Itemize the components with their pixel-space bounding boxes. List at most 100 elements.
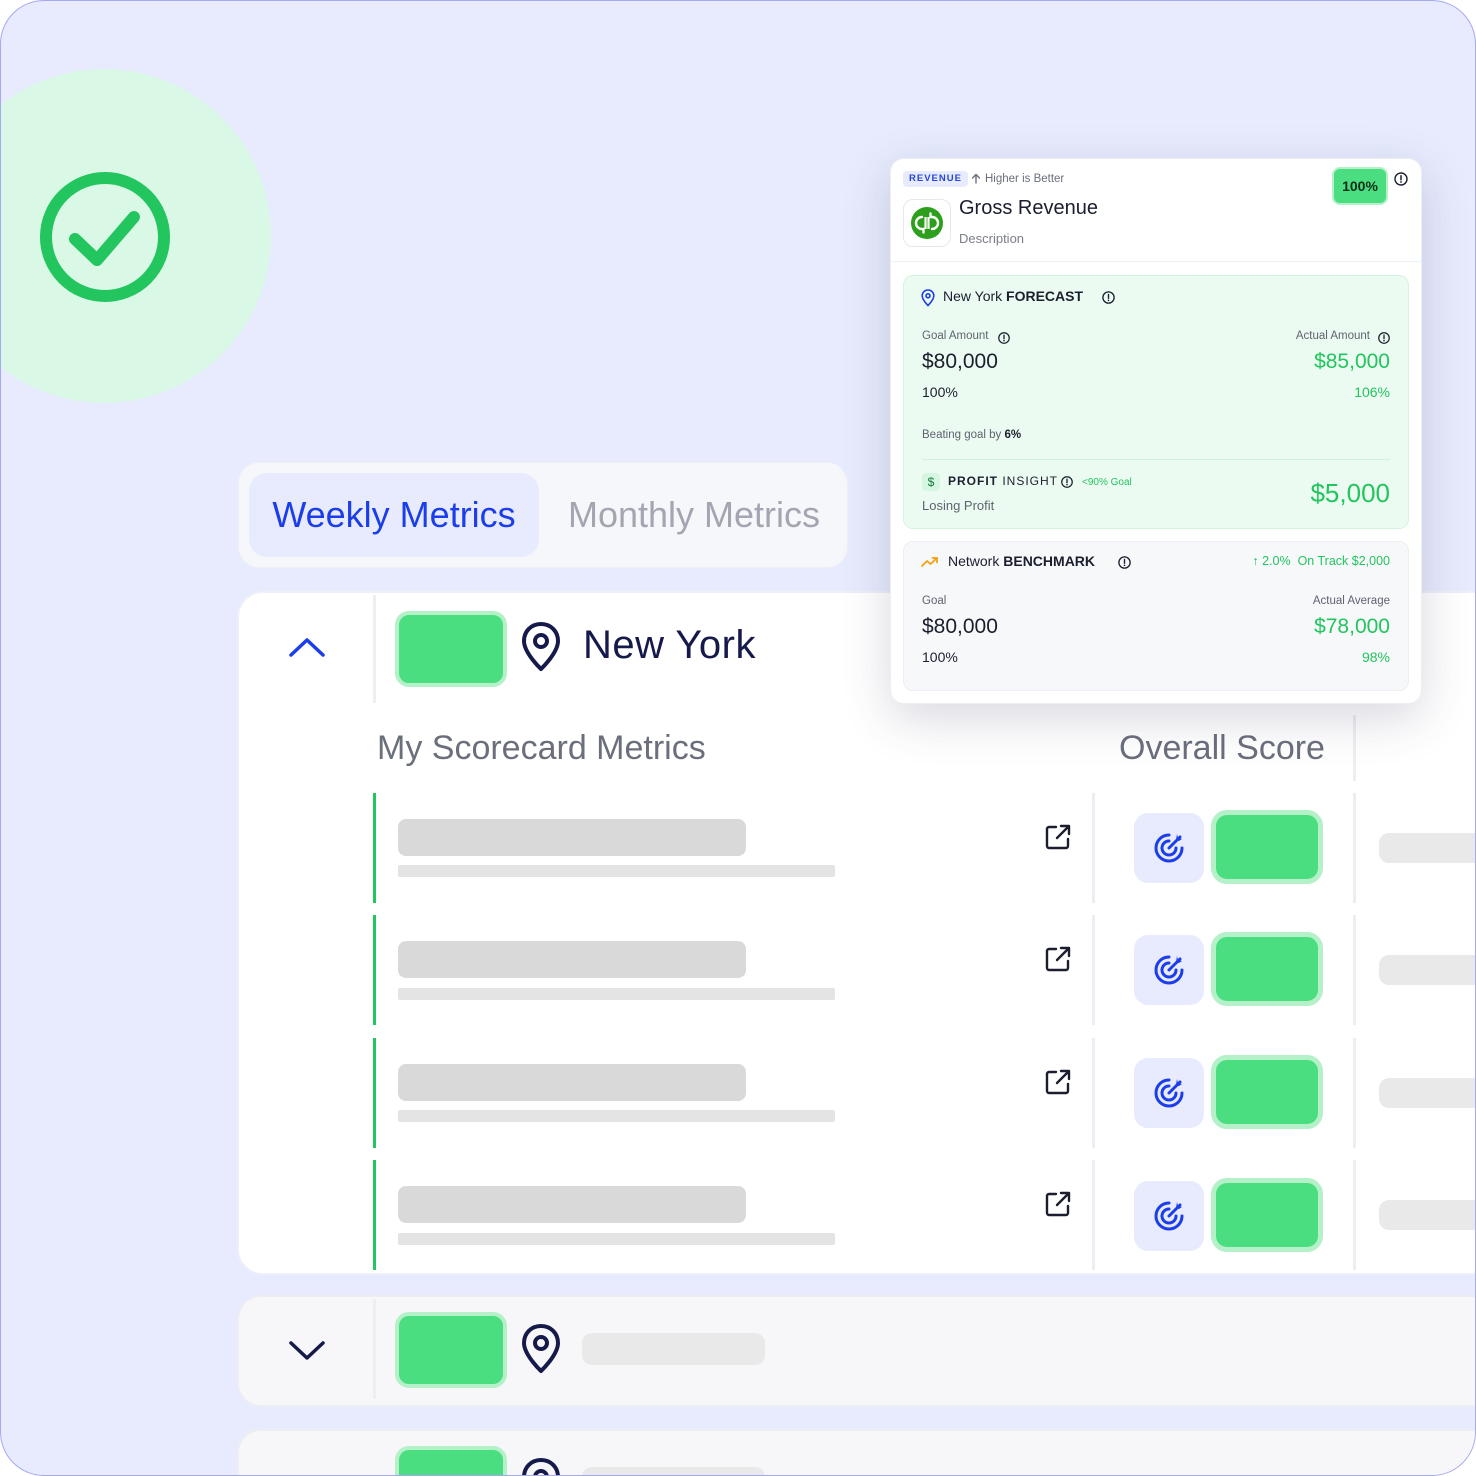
beating-goal-label: Beating goal by	[922, 429, 1002, 441]
column-divider	[1353, 1038, 1356, 1148]
actual-amount-label: Actual Amount	[1295, 330, 1370, 342]
location-title: New York	[583, 623, 756, 667]
profit-value: $5,000	[1310, 478, 1390, 508]
external-link-icon[interactable]	[1043, 822, 1073, 852]
trend-placeholder	[1379, 1200, 1475, 1230]
metric-description: Description	[959, 231, 1025, 246]
external-link-icon[interactable]	[1043, 1189, 1073, 1219]
column-divider	[1092, 1038, 1095, 1148]
target-button[interactable]	[1134, 1181, 1204, 1251]
benchmark-trend: ↑ 2.0% On Track $2,000	[1252, 554, 1390, 568]
info-icon[interactable]	[1101, 290, 1116, 305]
location-pin-icon	[522, 622, 560, 671]
status-pill	[395, 1312, 507, 1388]
insight-label: INSIGHT	[1002, 474, 1059, 488]
column-divider	[1353, 1160, 1356, 1270]
row-divider	[373, 595, 376, 703]
benchmark-actual-value: $78,000	[1314, 615, 1390, 638]
arrow-up-icon	[971, 173, 981, 184]
target-icon	[1154, 955, 1184, 985]
location-pin-icon	[522, 1324, 560, 1373]
chevron-up-icon[interactable]	[287, 631, 327, 661]
column-divider	[1092, 1160, 1095, 1270]
metric-detail-popover: REVENUE Higher is Better 100% Gross Reve…	[890, 158, 1422, 704]
page-canvas: Weekly Metrics Monthly Metrics New York …	[0, 0, 1476, 1476]
direction-text: Higher is Better	[985, 173, 1065, 185]
benchmark-network: Network	[948, 553, 1000, 569]
goal-amount-label: Goal Amount	[922, 330, 988, 342]
benchmark-panel: Network BENCHMARK ↑ 2.0% On Track $2,000…	[903, 541, 1409, 691]
divider	[922, 459, 1390, 460]
metric-desc-placeholder	[398, 865, 835, 877]
beating-goal-value: 6%	[1004, 429, 1022, 441]
metric-name-placeholder	[398, 941, 746, 978]
location-name-placeholder	[582, 1333, 765, 1365]
forecast-label: FORECAST	[1006, 288, 1084, 304]
score-pill	[1211, 1055, 1323, 1129]
metric-name-placeholder	[398, 1064, 746, 1101]
score-pill	[1211, 810, 1323, 884]
score-badge: 100%	[1332, 167, 1388, 205]
target-icon	[1154, 833, 1184, 863]
forecast-heading: New York FORECAST	[943, 288, 1083, 304]
profit-status: Losing Profit	[922, 498, 995, 513]
tab-weekly-metrics[interactable]: Weekly Metrics	[249, 473, 539, 557]
profit-goal-note: <90% Goal	[1082, 477, 1132, 488]
info-icon[interactable]	[1377, 331, 1391, 345]
score-pill	[1211, 932, 1323, 1006]
benchmark-goal-label: Goal	[922, 595, 947, 607]
column-divider	[1353, 793, 1356, 903]
goal-amount-pct: 100%	[922, 384, 958, 400]
benchmark-goal-value: $80,000	[922, 615, 998, 638]
benchmark-on-track: On Track $2,000	[1297, 554, 1390, 568]
target-button[interactable]	[1134, 1058, 1204, 1128]
beating-goal-text: Beating goal by 6%	[922, 429, 1021, 441]
quickbooks-icon	[911, 207, 943, 239]
column-divider	[1353, 715, 1356, 781]
row-divider	[373, 1299, 376, 1399]
location-pin-icon	[921, 289, 935, 307]
tab-monthly-metrics[interactable]: Monthly Metrics	[549, 473, 839, 557]
actual-amount-pct: 106%	[1354, 384, 1390, 400]
trend-placeholder	[1379, 1078, 1475, 1108]
external-link-icon[interactable]	[1043, 944, 1073, 974]
metric-desc-placeholder	[398, 988, 835, 1000]
trend-placeholder	[1379, 833, 1475, 863]
trending-up-icon	[921, 557, 938, 567]
external-link-icon[interactable]	[1043, 1067, 1073, 1097]
metric-desc-placeholder	[398, 1233, 835, 1245]
benchmark-label: BENCHMARK	[1003, 553, 1096, 569]
goal-amount-value: $80,000	[922, 350, 998, 373]
info-icon[interactable]	[1117, 555, 1132, 570]
section-title-scorecard: My Scorecard Metrics	[377, 729, 706, 767]
benchmark-goal-pct: 100%	[922, 649, 958, 665]
info-icon[interactable]	[1393, 171, 1409, 187]
benchmark-heading: Network BENCHMARK	[948, 553, 1095, 569]
column-divider	[1092, 915, 1095, 1025]
row-accent-bar	[373, 1038, 376, 1148]
actual-amount-value: $85,000	[1314, 350, 1390, 373]
profit-label: PROFIT	[948, 474, 998, 488]
trend-placeholder	[1379, 955, 1475, 985]
profit-insight-heading: PROFIT INSIGHT	[948, 474, 1058, 488]
metrics-tabs: Weekly Metrics Monthly Metrics	[239, 463, 847, 567]
info-icon[interactable]	[997, 331, 1011, 345]
target-button[interactable]	[1134, 813, 1204, 883]
status-pill	[395, 611, 507, 687]
metric-name-placeholder	[398, 819, 746, 856]
direction-hint: Higher is Better	[971, 171, 1064, 187]
location-pin-icon	[522, 1458, 560, 1475]
row-accent-bar	[373, 915, 376, 1025]
category-badge: REVENUE	[903, 171, 968, 187]
column-divider	[1092, 793, 1095, 903]
row-accent-bar	[373, 1160, 376, 1270]
section-title-overall-score: Overall Score	[1119, 729, 1325, 767]
forecast-location: New York	[943, 288, 1003, 304]
chevron-down-icon[interactable]	[287, 1337, 327, 1367]
benchmark-actual-label: Actual Average	[1312, 595, 1390, 607]
target-button[interactable]	[1134, 935, 1204, 1005]
score-pill	[1211, 1178, 1323, 1252]
forecast-panel: New York FORECAST Goal Amount $80,000 10…	[903, 275, 1409, 529]
metric-title: Gross Revenue	[959, 197, 1098, 219]
info-icon[interactable]	[1060, 475, 1074, 489]
